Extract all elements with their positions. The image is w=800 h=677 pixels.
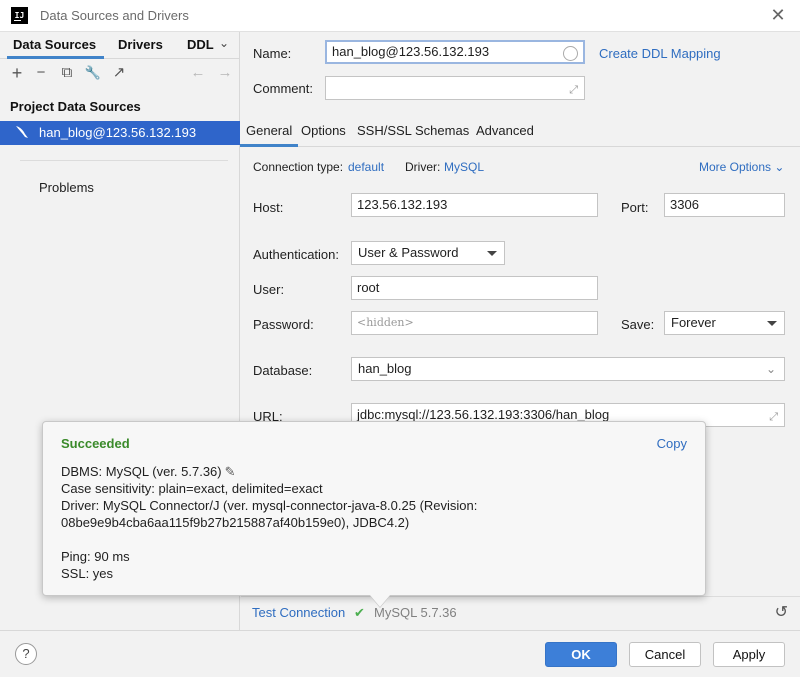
divider bbox=[20, 160, 228, 161]
cancel-button[interactable]: Cancel bbox=[629, 642, 701, 667]
driver-label: Driver: bbox=[405, 160, 441, 174]
wrench-icon[interactable]: 🔧 bbox=[84, 64, 102, 82]
more-options-link[interactable]: More Options ⌄ bbox=[699, 160, 784, 174]
name-input[interactable]: han_blog@123.56.132.193 bbox=[325, 40, 585, 64]
tabs-overflow-chevron-icon[interactable]: ⌄ bbox=[219, 36, 229, 50]
config-tabs: General Options SSH/SSL Schemas Advanced bbox=[239, 117, 800, 147]
database-value: han_blog bbox=[358, 361, 412, 376]
port-input[interactable]: 3306 bbox=[664, 193, 785, 217]
expand-icon[interactable]: ⤢ bbox=[769, 406, 778, 426]
tab-drivers[interactable]: Drivers bbox=[118, 37, 163, 52]
ok-button[interactable]: OK bbox=[545, 642, 617, 667]
popup-tail bbox=[370, 595, 390, 607]
user-label: User: bbox=[253, 282, 285, 297]
host-label: Host: bbox=[253, 200, 284, 215]
connection-result-popup: Succeeded Copy DBMS: MySQL (ver. 5.7.36)… bbox=[42, 421, 706, 596]
status-version: MySQL 5.7.36 bbox=[374, 605, 457, 620]
check-icon: ✔ bbox=[354, 605, 365, 620]
intellij-app-icon: IJ bbox=[11, 7, 28, 24]
case-sensitivity-line: Case sensitivity: plain=exact, delimited… bbox=[61, 481, 323, 496]
data-source-label: han_blog@123.56.132.193 bbox=[39, 125, 197, 140]
copy-link[interactable]: Copy bbox=[657, 436, 687, 451]
connection-type-value[interactable]: default bbox=[348, 160, 384, 174]
expand-icon[interactable]: ⤢ bbox=[569, 79, 578, 99]
tab-options[interactable]: Options bbox=[301, 123, 346, 138]
help-button[interactable]: ? bbox=[15, 643, 37, 665]
jump-to-icon[interactable]: ↗ bbox=[110, 64, 128, 82]
test-connection-link[interactable]: Test Connection bbox=[252, 605, 345, 620]
dbms-text: DBMS: MySQL (ver. 5.7.36) bbox=[61, 464, 222, 479]
save-value: Forever bbox=[671, 315, 716, 330]
dialog-footer: ? OK Cancel Apply bbox=[0, 630, 800, 677]
name-input-value: han_blog@123.56.132.193 bbox=[332, 44, 490, 59]
tab-ddl[interactable]: DDL bbox=[187, 37, 214, 52]
name-label: Name: bbox=[253, 46, 292, 61]
authentication-label: Authentication: bbox=[253, 247, 340, 262]
password-input[interactable]: <hidden> bbox=[351, 311, 598, 335]
database-select[interactable]: han_blog ⌄ bbox=[351, 357, 785, 381]
driver-line-1: Driver: MySQL Connector/J (ver. mysql-co… bbox=[61, 498, 478, 513]
save-label: Save: bbox=[621, 317, 655, 332]
close-window-button[interactable]: ✕ bbox=[768, 5, 788, 25]
user-input[interactable]: root bbox=[351, 276, 598, 300]
tab-ssh-ssl[interactable]: SSH/SSL bbox=[357, 123, 412, 138]
data-source-item[interactable]: han_blog@123.56.132.193 bbox=[0, 121, 240, 145]
pencil-icon[interactable]: ✎ bbox=[225, 464, 236, 480]
color-circle-icon[interactable] bbox=[563, 46, 578, 61]
forward-arrow-icon[interactable]: → bbox=[216, 64, 234, 82]
dropdown-arrow-icon bbox=[767, 321, 777, 326]
project-data-sources-heading: Project Data Sources bbox=[10, 99, 141, 114]
create-ddl-mapping-link[interactable]: Create DDL Mapping bbox=[599, 46, 721, 61]
apply-button[interactable]: Apply bbox=[713, 642, 785, 667]
left-toolbar: + − ⧉ 🔧 ↗ ← → bbox=[0, 60, 240, 88]
authentication-select[interactable]: User & Password bbox=[351, 241, 505, 265]
comment-label: Comment: bbox=[253, 81, 313, 96]
left-tabs: Data Sources Drivers DDL ⌄ bbox=[0, 32, 240, 59]
back-arrow-icon[interactable]: ← bbox=[189, 64, 207, 82]
database-label: Database: bbox=[253, 363, 313, 378]
duplicate-icon[interactable]: ⧉ bbox=[58, 64, 76, 82]
connection-type-label: Connection type: bbox=[253, 160, 344, 174]
add-icon[interactable]: + bbox=[8, 64, 26, 82]
remove-icon[interactable]: − bbox=[32, 64, 50, 82]
comment-input[interactable]: ⤢ bbox=[325, 76, 585, 100]
dbms-line: DBMS: MySQL (ver. 5.7.36) ✎ bbox=[61, 464, 236, 480]
status-bar: Test Connection ✔ MySQL 5.7.36 ↺ bbox=[241, 596, 800, 630]
mysql-dolphin-icon bbox=[14, 124, 30, 142]
tab-data-sources[interactable]: Data Sources bbox=[6, 37, 105, 59]
password-label: Password: bbox=[253, 317, 314, 332]
title-bar: IJ Data Sources and Drivers ✕ bbox=[0, 0, 800, 32]
authentication-value: User & Password bbox=[358, 245, 459, 260]
host-input[interactable]: 123.56.132.193 bbox=[351, 193, 598, 217]
port-label: Port: bbox=[621, 200, 649, 215]
dropdown-arrow-icon bbox=[487, 251, 497, 256]
ssl-line: SSL: yes bbox=[61, 566, 114, 581]
chevron-down-icon: ⌄ bbox=[765, 362, 776, 376]
ping-line: Ping: 90 ms bbox=[61, 549, 130, 564]
window-title: Data Sources and Drivers bbox=[40, 8, 189, 23]
tab-advanced[interactable]: Advanced bbox=[476, 123, 534, 138]
tab-general[interactable]: General bbox=[239, 123, 299, 147]
save-select[interactable]: Forever bbox=[664, 311, 785, 335]
problems-item[interactable]: Problems bbox=[39, 180, 94, 195]
status-succeeded: Succeeded bbox=[61, 436, 130, 451]
undo-icon[interactable]: ↺ bbox=[775, 602, 788, 622]
url-value: jdbc:mysql://123.56.132.193:3306/han_blo… bbox=[357, 407, 610, 422]
driver-value[interactable]: MySQL bbox=[444, 160, 484, 174]
driver-line-2: 08be9e9b4cba6aa115f9b27b215887af40b159e0… bbox=[61, 515, 410, 530]
tab-schemas[interactable]: Schemas bbox=[415, 123, 469, 138]
